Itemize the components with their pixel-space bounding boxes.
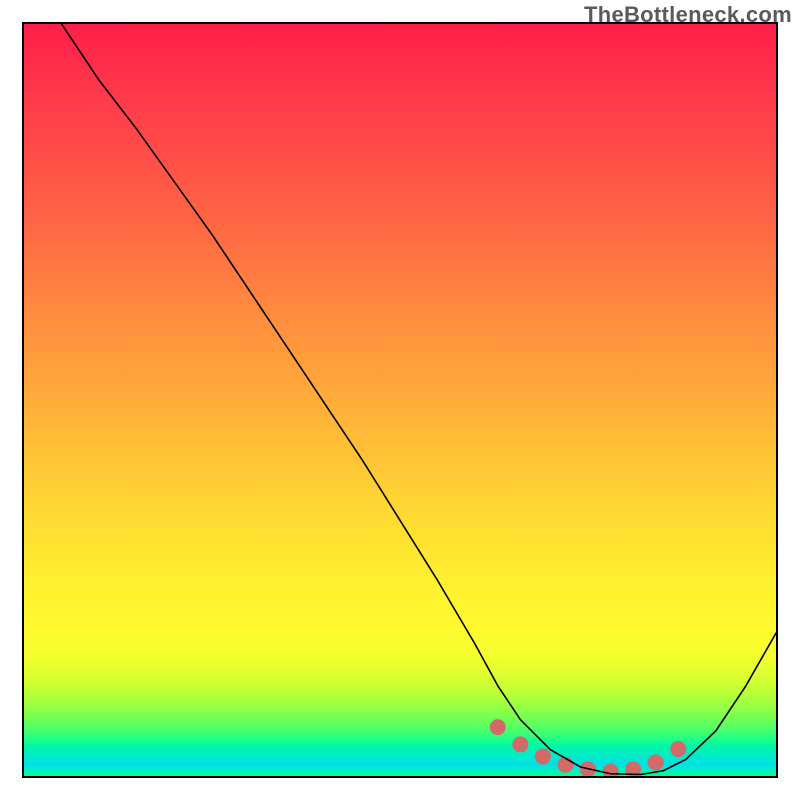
optimal-dot xyxy=(648,754,664,770)
optimal-dot xyxy=(670,741,686,757)
chart-container: TheBottleneck.com xyxy=(0,0,800,800)
bottleneck-curve xyxy=(62,24,776,775)
optimal-band-dots xyxy=(490,719,686,776)
plot-area xyxy=(22,22,778,778)
optimal-dot xyxy=(535,748,551,764)
optimal-dot xyxy=(512,736,528,752)
chart-svg xyxy=(24,24,776,776)
watermark-text: TheBottleneck.com xyxy=(584,2,792,28)
optimal-dot xyxy=(490,719,506,735)
